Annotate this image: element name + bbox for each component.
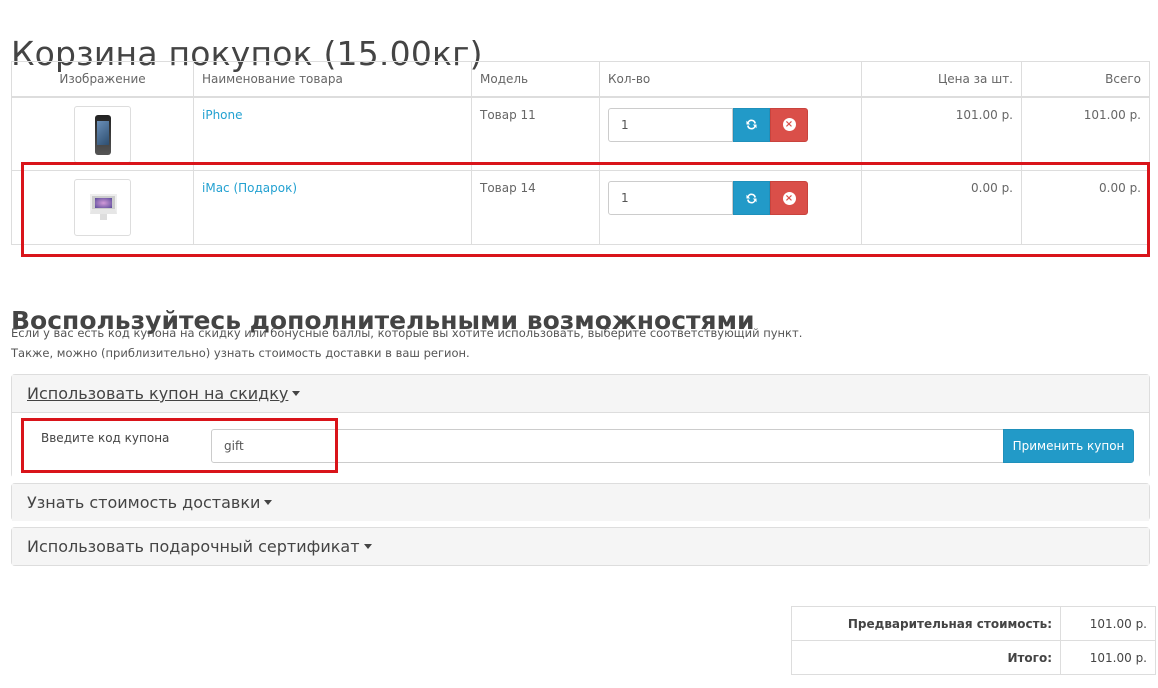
- caret-down-icon: [292, 391, 301, 396]
- shipping-panel-toggle[interactable]: Узнать стоимость доставки: [12, 484, 1149, 521]
- voucher-panel-title: Использовать подарочный сертификат: [27, 537, 360, 556]
- shipping-panel-title: Узнать стоимость доставки: [27, 493, 261, 512]
- header-image: Изображение: [11, 61, 194, 97]
- refresh-icon: [746, 119, 757, 130]
- cart-cell-total: 101.00 р.: [1021, 96, 1150, 171]
- close-icon: ×: [782, 118, 796, 131]
- product-link-imac[interactable]: iMac (Подарок): [202, 181, 297, 195]
- cart-header-row: Изображение Наименование товара Модель К…: [11, 61, 1150, 97]
- imac-icon: [90, 194, 117, 220]
- cart-cell-unit-price: 101.00 р.: [861, 96, 1022, 171]
- cart-cell-model: Товар 11: [471, 96, 600, 171]
- close-icon: ×: [782, 191, 796, 205]
- refresh-icon: [746, 193, 757, 203]
- totals-row-total: Итого: 101.00 р.: [791, 640, 1156, 675]
- cart-cell-name: iMac (Подарок): [193, 170, 472, 245]
- total-label: Итого:: [791, 640, 1061, 675]
- imac-image[interactable]: [74, 179, 131, 236]
- update-button[interactable]: [733, 181, 770, 215]
- update-button[interactable]: [733, 107, 770, 142]
- apply-coupon-button[interactable]: Применить купон: [1003, 429, 1134, 463]
- totals-row-subtotal: Предварительная стоимость: 101.00 р.: [791, 606, 1156, 641]
- info-text-shipping: Также, можно (приблизительно) узнать сто…: [11, 346, 470, 360]
- coupon-panel-body: Введите код купона Применить купон: [12, 412, 1149, 481]
- qty-input[interactable]: [608, 181, 733, 215]
- cart-cell-image: [11, 170, 194, 245]
- voucher-panel: Использовать подарочный сертификат: [11, 527, 1150, 566]
- coupon-panel-toggle[interactable]: Использовать купон на скидку: [12, 375, 1149, 412]
- total-value: 101.00 р.: [1060, 640, 1156, 675]
- cart-cell-model: Товар 14: [471, 170, 600, 245]
- shipping-panel: Узнать стоимость доставки: [11, 483, 1150, 521]
- iphone-icon: [95, 114, 111, 155]
- remove-button[interactable]: ×: [770, 107, 808, 142]
- cart-cell-total: 0.00 р.: [1021, 170, 1150, 245]
- cart-cell-unit-price: 0.00 р.: [861, 170, 1022, 245]
- header-unit-price: Цена за шт.: [861, 61, 1022, 97]
- totals-table: Предварительная стоимость: 101.00 р. Ито…: [791, 606, 1156, 675]
- info-text-coupon: Если у вас есть код купона на скидку или…: [11, 326, 803, 340]
- cart-cell-qty: ×: [599, 170, 862, 245]
- voucher-panel-toggle[interactable]: Использовать подарочный сертификат: [12, 528, 1149, 565]
- subtotal-label: Предварительная стоимость:: [791, 606, 1061, 641]
- iphone-image[interactable]: [74, 105, 131, 163]
- product-link-iphone[interactable]: iPhone: [202, 108, 243, 122]
- header-qty: Кол-во: [599, 61, 862, 97]
- subtotal-value: 101.00 р.: [1060, 606, 1156, 641]
- cart-row-imac: iMac (Подарок) Товар 14 × 0.00 р. 0.00 р…: [11, 170, 1150, 245]
- cart-cell-name: iPhone: [193, 96, 472, 171]
- cart-table: Изображение Наименование товара Модель К…: [11, 61, 1150, 245]
- remove-button[interactable]: ×: [770, 181, 808, 215]
- coupon-input[interactable]: [211, 429, 1005, 463]
- caret-down-icon: [363, 544, 372, 549]
- coupon-panel-title: Использовать купон на скидку: [27, 384, 289, 403]
- coupon-label: Введите код купона: [41, 431, 170, 445]
- caret-down-icon: [264, 500, 273, 505]
- header-model: Модель: [471, 61, 600, 97]
- header-name: Наименование товара: [193, 61, 472, 97]
- coupon-panel: Использовать купон на скидку Введите код…: [11, 374, 1150, 481]
- cart-cell-image: [11, 96, 194, 171]
- cart-row-iphone: iPhone Товар 11 × 101.00 р. 101.00 р.: [11, 96, 1150, 171]
- cart-cell-qty: ×: [599, 96, 862, 171]
- header-total: Всего: [1021, 61, 1150, 97]
- qty-input[interactable]: [608, 107, 733, 142]
